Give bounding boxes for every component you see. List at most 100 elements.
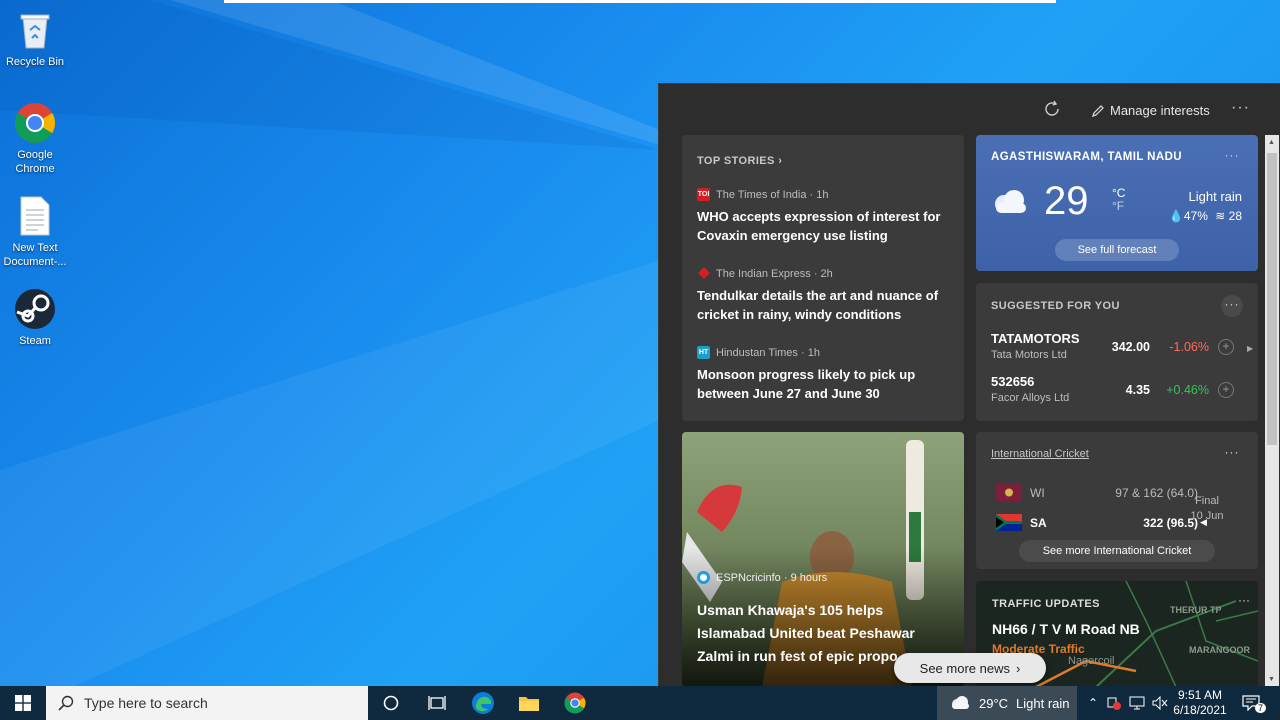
humidity-value: 47% — [1183, 209, 1208, 223]
scroll-down-icon[interactable]: ▼ — [1268, 676, 1275, 683]
cortana-button[interactable] — [368, 686, 414, 720]
map-label: MARANGOOR — [1189, 645, 1250, 655]
cloud-icon — [952, 696, 969, 709]
chevron-right-icon: › — [1015, 660, 1021, 676]
pencil-icon — [1092, 104, 1104, 117]
scrollbar-thumb[interactable] — [1267, 153, 1277, 445]
traffic-more-icon[interactable]: ··· — [1238, 593, 1250, 607]
story-source: The Indian Express · 2h — [716, 267, 833, 280]
humidity-icon: 💧 — [1168, 209, 1184, 223]
taskbar-search-box[interactable]: Type here to search — [46, 686, 368, 720]
notification-count-badge: 7 — [1255, 703, 1267, 713]
more-dots-icon[interactable]: ··· — [1231, 99, 1250, 117]
stocks-more-icon[interactable]: ··· — [1221, 295, 1243, 317]
manage-interests-label: Manage interests — [1110, 103, 1210, 118]
system-tray: ⌃ — [1084, 686, 1168, 720]
stock-row[interactable]: TATAMOTORS Tata Motors Ltd 342.00 -1.06%… — [991, 331, 1241, 367]
desktop-icon-recycle-bin[interactable]: Recycle Bin — [0, 8, 71, 69]
top-stories-card: TOP STORIES › TOI The Times of India · 1h… — [682, 135, 964, 421]
weather-temperature: 29 — [1044, 179, 1089, 223]
weather-card[interactable]: AGASTHISWARAM, TAMIL NADU ··· 29 °C °F L… — [976, 135, 1258, 271]
manage-interests-button[interactable]: Manage interests — [1091, 103, 1210, 118]
times-of-india-logo-icon: TOI — [697, 188, 710, 201]
traffic-label: TRAFFIC UPDATES — [992, 598, 1100, 610]
desktop-icon-new-text-document[interactable]: New Text Document-... — [0, 194, 71, 269]
start-button[interactable] — [0, 686, 46, 720]
refresh-icon[interactable] — [1043, 100, 1065, 122]
task-view-button[interactable] — [414, 686, 460, 720]
chrome-icon — [564, 692, 586, 714]
temperature-unit-toggle[interactable]: °C °F — [1112, 187, 1125, 213]
panel-scrollbar[interactable]: ▲ ▼ — [1265, 135, 1279, 686]
clock-date: 6/18/2021 — [1173, 703, 1227, 717]
stock-change: +0.46% — [1166, 383, 1209, 397]
hindustan-times-logo-icon: HT — [697, 346, 710, 359]
espncricinfo-logo-icon — [697, 571, 710, 584]
top-stories-header[interactable]: TOP STORIES › — [697, 155, 782, 167]
see-more-news-button[interactable]: See more news › — [894, 653, 1046, 683]
file-explorer-icon — [519, 697, 539, 711]
cloud-icon — [990, 187, 1030, 222]
map-label: THERUR TP — [1170, 605, 1222, 615]
see-full-forecast-button[interactable]: See full forecast — [1055, 239, 1179, 261]
search-placeholder: Type here to search — [84, 695, 208, 711]
hero-source-label: ESPNcricinfo · 9 hours — [716, 571, 828, 584]
unit-fahrenheit[interactable]: °F — [1112, 200, 1125, 213]
story-item[interactable]: The Indian Express · 2h Tendulkar detail… — [697, 267, 947, 324]
international-cricket-card: International Cricket ··· WI 97 & 162 (6… — [976, 432, 1258, 569]
wind-value: 28 — [1228, 209, 1242, 223]
network-icon[interactable] — [1128, 696, 1146, 710]
wind-icon: ≋ — [1215, 209, 1226, 223]
cricket-more-icon[interactable]: ··· — [1221, 443, 1243, 465]
weather-location: AGASTHISWARAM, TAMIL NADU — [991, 151, 1183, 163]
cricket-header-link[interactable]: International Cricket — [991, 448, 1089, 460]
story-source: The Times of India · 1h — [716, 188, 829, 201]
story-item[interactable]: TOI The Times of India · 1h WHO accepts e… — [697, 188, 947, 245]
story-headline: Tendulkar details the art and nuance of … — [697, 288, 939, 322]
weather-condition: Light rain — [1188, 189, 1242, 204]
window-edge-strip — [224, 0, 1056, 3]
hero-news-card[interactable]: ESPNcricinfo · 9 hours Usman Khawaja's 1… — [682, 432, 964, 686]
match-status-label: Final — [1195, 495, 1219, 507]
team-row[interactable]: SA 322 (96.5) ◀ — [996, 514, 1207, 531]
security-alert-icon[interactable] — [1106, 696, 1122, 710]
scroll-up-icon[interactable]: ▲ — [1268, 139, 1275, 146]
clock-time: 9:51 AM — [1177, 688, 1223, 702]
add-stock-icon[interactable]: + — [1218, 339, 1234, 355]
indian-express-logo-icon — [697, 267, 710, 280]
taskbar-clock[interactable]: 9:51 AM 6/18/2021 — [1170, 688, 1230, 718]
stock-change: -1.06% — [1169, 340, 1209, 354]
team-row[interactable]: WI 97 & 162 (64.0) — [996, 484, 1198, 501]
taskbar-weather-widget[interactable]: 29°C Light rain — [937, 686, 1077, 720]
stock-row[interactable]: 532656 Facor Alloys Ltd 4.35 +0.46% + — [991, 374, 1241, 410]
desktop-icon-label: Steam — [19, 335, 51, 347]
desktop-icon-google-chrome[interactable]: Google Chrome — [0, 101, 71, 176]
see-more-news-label: See more news — [919, 660, 1010, 676]
story-headline: Monsoon progress likely to pick up betwe… — [697, 367, 916, 401]
taskbar: Type here to search 29°C Light rain ⌃ 9:… — [0, 686, 1280, 720]
desktop-icon-steam[interactable]: Steam — [0, 287, 71, 348]
story-source: Hindustan Times · 1h — [716, 346, 820, 359]
match-status: Final 10 Jun — [1182, 494, 1232, 524]
volume-muted-icon[interactable] — [1152, 696, 1168, 710]
weather-more-icon[interactable]: ··· — [1221, 146, 1243, 168]
next-arrow-icon[interactable]: ▶ — [1247, 344, 1253, 353]
story-item[interactable]: HT Hindustan Times · 1h Monsoon progress … — [697, 346, 947, 403]
add-stock-icon[interactable]: + — [1218, 382, 1234, 398]
top-stories-label: TOP STORIES — [697, 155, 775, 167]
stock-price: 4.35 — [1125, 383, 1150, 397]
see-more-cricket-button[interactable]: See more International Cricket — [1019, 540, 1215, 562]
map-label: Nagercoil — [1068, 655, 1115, 667]
steam-icon — [13, 287, 57, 331]
action-center-button[interactable]: 7 — [1238, 686, 1267, 720]
desktop-icon-label: Recycle Bin — [5, 56, 65, 68]
file-explorer-button[interactable] — [506, 686, 552, 720]
edge-button[interactable] — [460, 686, 506, 720]
hero-source: ESPNcricinfo · 9 hours — [697, 571, 827, 584]
chrome-icon — [13, 101, 57, 145]
desktop-icon-label: New Text Document-... — [3, 242, 67, 268]
suggested-stocks-card: SUGGESTED FOR YOU ··· TATAMOTORS Tata Mo… — [976, 283, 1258, 421]
chrome-taskbar-button[interactable] — [552, 686, 598, 720]
panel-header: Manage interests ··· — [659, 84, 1280, 136]
chevron-up-icon[interactable]: ⌃ — [1084, 696, 1102, 710]
